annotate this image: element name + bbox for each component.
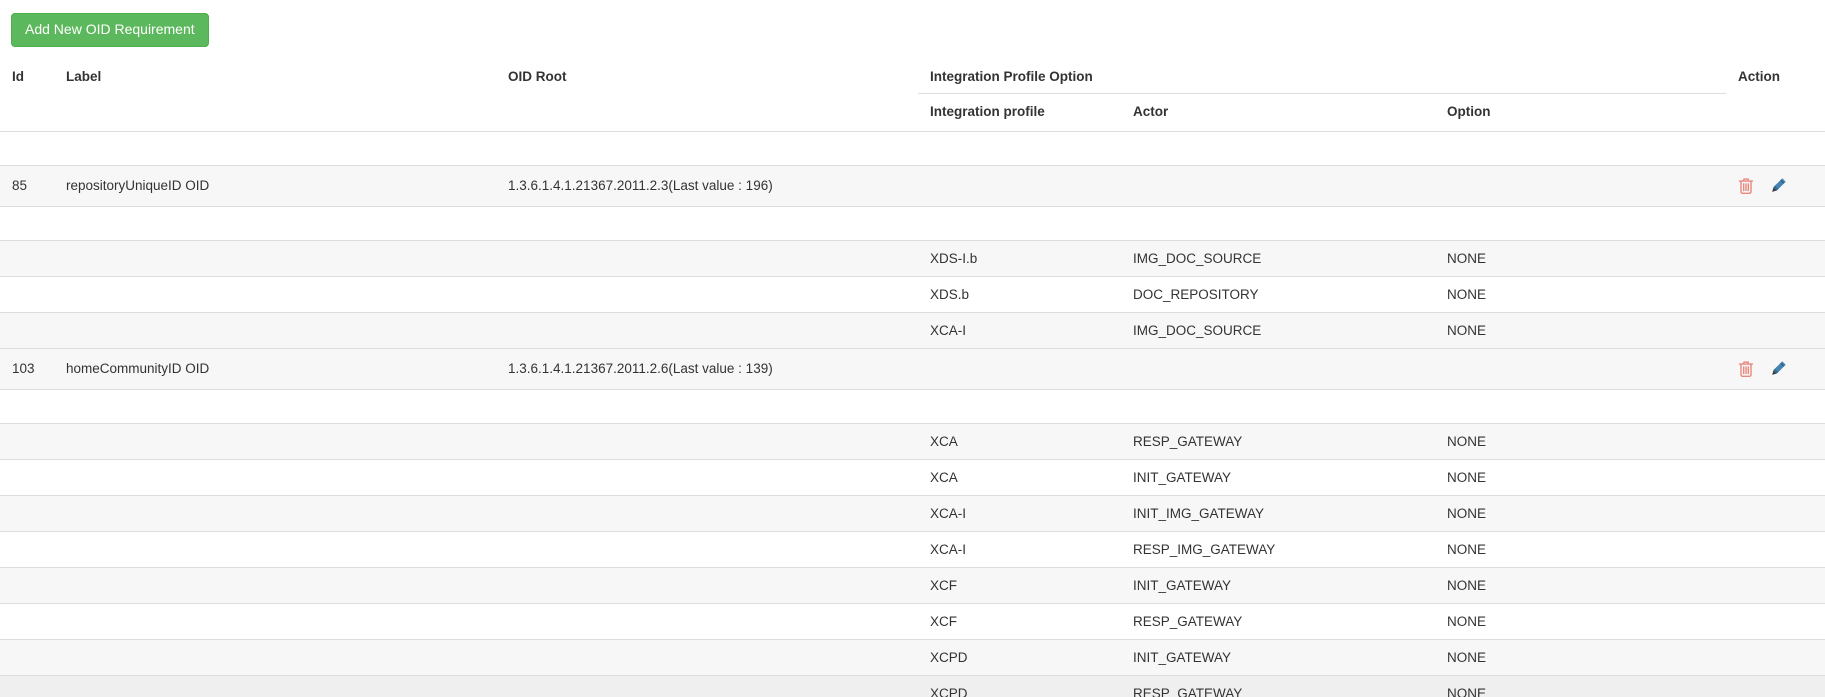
actor-cell: DOC_REPOSITORY xyxy=(1121,276,1435,312)
integration-profile-cell: XCA-I xyxy=(918,531,1121,567)
actor-cell: IMG_DOC_SOURCE xyxy=(1121,240,1435,276)
empty-row xyxy=(0,389,1825,423)
column-header-integration-profile-option: Integration Profile Option xyxy=(918,57,1726,94)
option-cell: NONE xyxy=(1435,423,1726,459)
delete-button[interactable] xyxy=(1738,177,1754,195)
column-header-action: Action xyxy=(1726,57,1825,132)
actor-cell: RESP_IMG_GATEWAY xyxy=(1121,531,1435,567)
pencil-icon xyxy=(1769,177,1787,195)
option-cell: NONE xyxy=(1435,276,1726,312)
integration-profile-cell: XCF xyxy=(918,603,1121,639)
column-header-option: Option xyxy=(1435,93,1726,131)
option-cell: NONE xyxy=(1435,459,1726,495)
pencil-icon xyxy=(1769,360,1787,378)
table-row-option: XCPD RESP_GATEWAY NONE xyxy=(0,675,1825,697)
oid-requirements-table: Id Label OID Root Integration Profile Op… xyxy=(0,57,1825,697)
column-header-integration-profile: Integration profile xyxy=(918,93,1121,131)
integration-profile-cell: XCF xyxy=(918,567,1121,603)
table-row-option: XCA-I INIT_IMG_GATEWAY NONE xyxy=(0,495,1825,531)
table-row-option: XCA-I RESP_IMG_GATEWAY NONE xyxy=(0,531,1825,567)
oid-id-cell: 85 xyxy=(0,165,54,206)
table-row-option: XCPD INIT_GATEWAY NONE xyxy=(0,639,1825,675)
table-row-option: XDS.b DOC_REPOSITORY NONE xyxy=(0,276,1825,312)
add-new-oid-requirement-button[interactable]: Add New OID Requirement xyxy=(11,13,209,47)
table-row-option: XCA INIT_GATEWAY NONE xyxy=(0,459,1825,495)
integration-profile-cell: XDS.b xyxy=(918,276,1121,312)
table-row-option: XDS-I.b IMG_DOC_SOURCE NONE xyxy=(0,240,1825,276)
actor-cell: RESP_GATEWAY xyxy=(1121,675,1435,697)
integration-profile-cell: XCPD xyxy=(918,639,1121,675)
empty-row xyxy=(0,206,1825,240)
actor-cell: RESP_GATEWAY xyxy=(1121,603,1435,639)
option-cell: NONE xyxy=(1435,312,1726,348)
edit-button[interactable] xyxy=(1769,177,1787,195)
integration-profile-cell: XCA-I xyxy=(918,495,1121,531)
oid-label-cell: repositoryUniqueID OID xyxy=(54,165,496,206)
option-cell: NONE xyxy=(1435,240,1726,276)
option-cell: NONE xyxy=(1435,603,1726,639)
integration-profile-cell: XDS-I.b xyxy=(918,240,1121,276)
table-row-oid-85: 85 repositoryUniqueID OID 1.3.6.1.4.1.21… xyxy=(0,165,1825,206)
actor-cell: INIT_IMG_GATEWAY xyxy=(1121,495,1435,531)
trash-icon xyxy=(1738,360,1754,378)
table-header: Id Label OID Root Integration Profile Op… xyxy=(0,57,1825,132)
actor-cell: INIT_GATEWAY xyxy=(1121,567,1435,603)
integration-profile-cell: XCA xyxy=(918,459,1121,495)
table-row-option: XCA-I IMG_DOC_SOURCE NONE xyxy=(0,312,1825,348)
integration-profile-cell: XCPD xyxy=(918,675,1121,697)
option-cell: NONE xyxy=(1435,495,1726,531)
table-row-oid-103: 103 homeCommunityID OID 1.3.6.1.4.1.2136… xyxy=(0,348,1825,389)
actor-cell: RESP_GATEWAY xyxy=(1121,423,1435,459)
delete-button[interactable] xyxy=(1738,360,1754,378)
actor-cell: IMG_DOC_SOURCE xyxy=(1121,312,1435,348)
option-cell: NONE xyxy=(1435,639,1726,675)
table-row-option: XCF RESP_GATEWAY NONE xyxy=(0,603,1825,639)
actor-cell: INIT_GATEWAY xyxy=(1121,459,1435,495)
oid-root-cell: 1.3.6.1.4.1.21367.2011.2.6(Last value : … xyxy=(496,348,918,389)
trash-icon xyxy=(1738,177,1754,195)
column-header-actor: Actor xyxy=(1121,93,1435,131)
table-row-option: XCF INIT_GATEWAY NONE xyxy=(0,567,1825,603)
column-header-id: Id xyxy=(0,57,54,132)
integration-profile-cell: XCA-I xyxy=(918,312,1121,348)
option-cell: NONE xyxy=(1435,567,1726,603)
integration-profile-cell: XCA xyxy=(918,423,1121,459)
actor-cell: INIT_GATEWAY xyxy=(1121,639,1435,675)
table-row-option: XCA RESP_GATEWAY NONE xyxy=(0,423,1825,459)
oid-root-cell: 1.3.6.1.4.1.21367.2011.2.3(Last value : … xyxy=(496,165,918,206)
empty-row xyxy=(0,131,1825,165)
option-cell: NONE xyxy=(1435,531,1726,567)
option-cell: NONE xyxy=(1435,675,1726,697)
column-header-label: Label xyxy=(54,57,496,132)
edit-button[interactable] xyxy=(1769,360,1787,378)
oid-label-cell: homeCommunityID OID xyxy=(54,348,496,389)
column-header-oid-root: OID Root xyxy=(496,57,918,132)
oid-id-cell: 103 xyxy=(0,348,54,389)
